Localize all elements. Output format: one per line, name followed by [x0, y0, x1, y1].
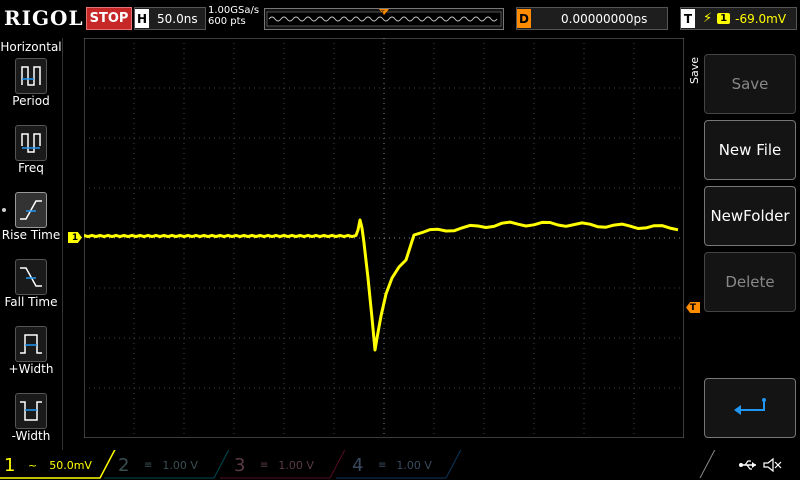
- enter-button[interactable]: [704, 378, 796, 438]
- ch3-number: 3: [234, 454, 246, 476]
- speaker-muted-icon[interactable]: [762, 457, 782, 473]
- ch4-coupling-icon: ≡: [378, 459, 387, 471]
- ch3-status[interactable]: 3 ≡ 1.00 V: [234, 452, 314, 478]
- ch4-status[interactable]: 4 ≡ 1.00 V: [352, 452, 432, 478]
- measure-menu-title: Horizontal: [0, 40, 62, 54]
- measure-fall-time[interactable]: Fall Time: [0, 259, 62, 309]
- measure-fall-time-label: Fall Time: [4, 295, 58, 309]
- memory-depth: 600 pts: [208, 16, 246, 27]
- selection-dot-icon: [2, 208, 6, 212]
- trigger-edge-icon: ⚡: [703, 11, 713, 26]
- memory-overview-strip[interactable]: T: [264, 8, 504, 30]
- measure-menu: Horizontal Period Freq Rise Time Fall Ti…: [0, 38, 63, 450]
- ch2-number: 2: [118, 454, 130, 476]
- trigger-channel-badge: 1: [717, 13, 731, 24]
- save-button[interactable]: Save: [704, 54, 796, 114]
- new-file-button[interactable]: New File: [704, 120, 796, 180]
- new-folder-button[interactable]: NewFolder: [704, 186, 796, 246]
- trigger-level: -69.0mV: [735, 11, 787, 26]
- freq-icon: [15, 125, 47, 161]
- measure-period[interactable]: Period: [0, 58, 62, 108]
- timebase-tag: H: [135, 9, 149, 28]
- period-icon: [15, 58, 47, 94]
- plus-width-icon: [15, 326, 47, 362]
- measure-minus-width-label: -Width: [11, 429, 51, 443]
- ch1-offset-marker[interactable]: 1: [68, 232, 82, 243]
- timebase-display[interactable]: H 50.0ns: [134, 7, 206, 30]
- measure-period-label: Period: [12, 94, 50, 108]
- rise-time-icon: [15, 192, 47, 228]
- ch3-coupling-icon: ≡: [260, 459, 269, 471]
- save-menu-title: Save: [688, 56, 701, 84]
- fall-time-icon: [15, 259, 47, 295]
- ch4-scale: 1.00 V: [396, 458, 432, 472]
- ch1-number: 1: [4, 454, 16, 476]
- measure-freq[interactable]: Freq: [0, 125, 62, 175]
- trigger-level-marker[interactable]: T: [686, 302, 700, 313]
- measure-rise-time[interactable]: Rise Time: [0, 192, 62, 242]
- ch2-status[interactable]: 2 ≡ 1.00 V: [118, 452, 198, 478]
- ch4-number: 4: [352, 454, 364, 476]
- delay-display[interactable]: D 0.00000000ps: [516, 7, 668, 30]
- timebase-value: 50.0ns: [157, 11, 198, 26]
- waveform-display[interactable]: [84, 38, 684, 438]
- usb-icon: [739, 460, 756, 470]
- ch1-coupling-icon: ~: [28, 458, 38, 472]
- trigger-display[interactable]: T ⚡ 1 -69.0mV: [680, 7, 797, 30]
- system-status-icons: [738, 452, 782, 478]
- measure-minus-width[interactable]: -Width: [0, 393, 62, 443]
- enter-icon: [734, 398, 766, 415]
- ch1-status[interactable]: 1 ~ 50.0mV: [4, 452, 92, 478]
- measure-plus-width[interactable]: +Width: [0, 326, 62, 376]
- run-stop-indicator[interactable]: STOP: [86, 7, 132, 30]
- minus-width-icon: [15, 393, 47, 429]
- memory-waveform-icon: T: [266, 9, 502, 27]
- measure-plus-width-label: +Width: [8, 362, 54, 376]
- measure-freq-label: Freq: [18, 161, 44, 175]
- svg-text:T: T: [380, 10, 385, 17]
- sample-rate: 1.00GSa/s: [208, 5, 260, 16]
- brand-logo: RIGOL: [4, 6, 84, 30]
- delay-tag: D: [517, 9, 531, 28]
- delete-button[interactable]: Delete: [704, 252, 796, 312]
- delay-value: 0.00000000ps: [561, 11, 648, 26]
- ch1-scale: 50.0mV: [49, 458, 92, 472]
- ch2-scale: 1.00 V: [162, 458, 198, 472]
- trigger-tag: T: [681, 9, 695, 28]
- ch2-coupling-icon: ≡: [144, 459, 153, 471]
- acquisition-info: 1.00GSa/s 600 pts: [208, 5, 259, 27]
- ch3-scale: 1.00 V: [278, 458, 314, 472]
- save-menu: Save New File NewFolder Delete: [704, 38, 800, 438]
- measure-rise-time-label: Rise Time: [1, 228, 61, 242]
- save-menu-tab: Save: [686, 44, 702, 100]
